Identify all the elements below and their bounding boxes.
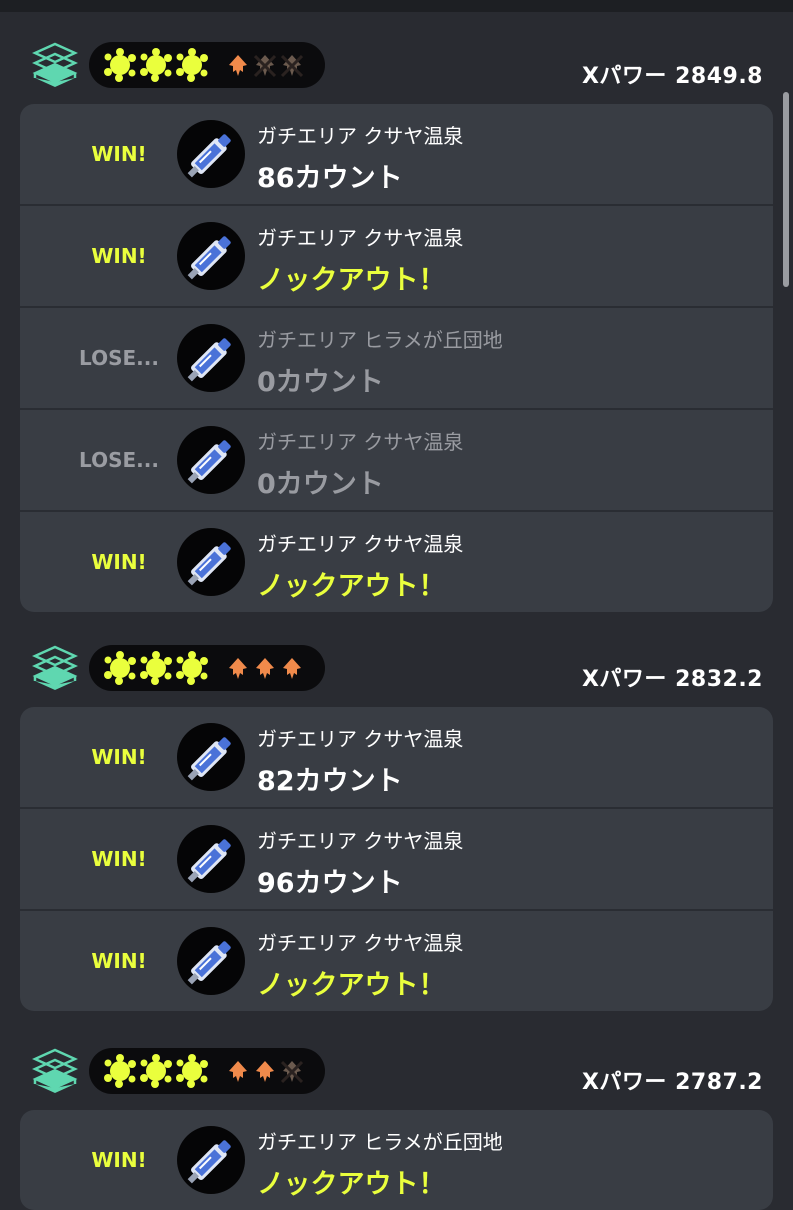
rank-stack-icon	[31, 42, 79, 88]
xpower-value: Xパワー 2849.8	[581, 64, 763, 89]
result-label: WIN!	[91, 949, 147, 973]
score-text: ノックアウト！	[257, 1169, 446, 1200]
splat-icon	[103, 48, 137, 82]
splat-icon	[175, 48, 209, 82]
result-label: LOSE...	[79, 346, 159, 370]
squid-icon	[227, 1060, 249, 1084]
xpower-value: Xパワー 2787.2	[581, 1070, 763, 1095]
squid-icon	[227, 657, 249, 681]
score-text: ノックアウト！	[257, 265, 446, 296]
battle-row[interactable]: WIN! ガチエリア クサヤ温泉 86カウント	[20, 104, 773, 204]
stage-name: ガチエリア クサヤ温泉	[257, 430, 464, 454]
weapon-icon	[177, 1126, 245, 1194]
weapon-icon	[177, 528, 245, 596]
result-label: WIN!	[91, 142, 147, 166]
battle-card: WIN! ガチエリア ヒラメが丘団地 ノックアウト！	[20, 1110, 773, 1210]
splat-icon	[103, 651, 137, 685]
stage-name: ガチエリア クサヤ温泉	[257, 829, 464, 853]
battle-row[interactable]: WIN! ガチエリア ヒラメが丘団地 ノックアウト！	[20, 1110, 773, 1210]
splat-icon	[103, 1054, 137, 1088]
splat-icon	[139, 651, 173, 685]
group-header: Xパワー 2849.8	[0, 42, 793, 104]
battle-row[interactable]: WIN! ガチエリア クサヤ温泉 82カウント	[20, 707, 773, 807]
battle-card: WIN! ガチエリア クサヤ温泉 82カウント WIN! ガチエリア クサヤ温泉…	[20, 707, 773, 1011]
crossed-squid-icon	[253, 54, 277, 78]
battle-row[interactable]: LOSE... ガチエリア ヒラメが丘団地 0カウント	[20, 306, 773, 408]
stage-name: ガチエリア クサヤ温泉	[257, 931, 464, 955]
weapon-icon	[177, 426, 245, 494]
battle-card: WIN! ガチエリア クサヤ温泉 86カウント WIN! ガチエリア クサヤ温泉…	[20, 104, 773, 612]
score-text: 0カウント	[257, 469, 384, 500]
battle-row[interactable]: WIN! ガチエリア クサヤ温泉 96カウント	[20, 807, 773, 909]
group-header: Xパワー 2832.2	[0, 645, 793, 707]
stage-name: ガチエリア クサヤ温泉	[257, 532, 464, 556]
match-group: Xパワー 2849.8 WIN! ガチエリア クサヤ温泉 86カウント WIN!	[0, 42, 793, 612]
battle-row[interactable]: LOSE... ガチエリア クサヤ温泉 0カウント	[20, 408, 773, 510]
weapon-icon	[177, 723, 245, 791]
splat-icon	[139, 48, 173, 82]
score-text: ノックアウト！	[257, 970, 446, 1001]
score-text: 96カウント	[257, 868, 403, 899]
result-label: WIN!	[91, 847, 147, 871]
score-text: ノックアウト！	[257, 571, 446, 602]
result-label: WIN!	[91, 550, 147, 574]
squid-icon	[254, 1060, 276, 1084]
stage-name: ガチエリア クサヤ温泉	[257, 124, 464, 148]
stage-name: ガチエリア ヒラメが丘団地	[257, 1130, 503, 1154]
score-text: 86カウント	[257, 163, 403, 194]
battle-row[interactable]: WIN! ガチエリア クサヤ温泉 ノックアウト！	[20, 909, 773, 1011]
result-label: WIN!	[91, 1148, 147, 1172]
splat-icon	[175, 1054, 209, 1088]
group-header: Xパワー 2787.2	[0, 1048, 793, 1110]
weapon-icon	[177, 825, 245, 893]
result-label: WIN!	[91, 244, 147, 268]
battle-row[interactable]: WIN! ガチエリア クサヤ温泉 ノックアウト！	[20, 204, 773, 306]
match-group: Xパワー 2787.2 WIN! ガチエリア ヒラメが丘団地 ノックアウト！	[0, 1048, 793, 1210]
squid-icon	[281, 657, 303, 681]
weapon-icon	[177, 222, 245, 290]
result-label: LOSE...	[79, 448, 159, 472]
score-text: 0カウント	[257, 367, 384, 398]
result-label: WIN!	[91, 745, 147, 769]
splat-icon	[175, 651, 209, 685]
weapon-icon	[177, 324, 245, 392]
rank-stack-icon	[31, 645, 79, 691]
weapon-icon	[177, 120, 245, 188]
stage-name: ガチエリア クサヤ温泉	[257, 727, 464, 751]
rank-stack-icon	[31, 1048, 79, 1094]
splat-icon	[139, 1054, 173, 1088]
match-group: Xパワー 2832.2 WIN! ガチエリア クサヤ温泉 82カウント WIN!	[0, 645, 793, 1011]
stage-name: ガチエリア クサヤ温泉	[257, 226, 464, 250]
squid-icon	[254, 657, 276, 681]
squid-icon	[227, 54, 249, 78]
score-text: 82カウント	[257, 766, 403, 797]
win-loss-record	[89, 42, 325, 88]
xpower-value: Xパワー 2832.2	[581, 667, 763, 692]
crossed-squid-icon	[280, 54, 304, 78]
battle-row[interactable]: WIN! ガチエリア クサヤ温泉 ノックアウト！	[20, 510, 773, 612]
scrollbar[interactable]	[783, 92, 789, 287]
win-loss-record	[89, 1048, 325, 1094]
weapon-icon	[177, 927, 245, 995]
crossed-squid-icon	[280, 1060, 304, 1084]
top-bar	[0, 0, 793, 12]
stage-name: ガチエリア ヒラメが丘団地	[257, 328, 503, 352]
win-loss-record	[89, 645, 325, 691]
